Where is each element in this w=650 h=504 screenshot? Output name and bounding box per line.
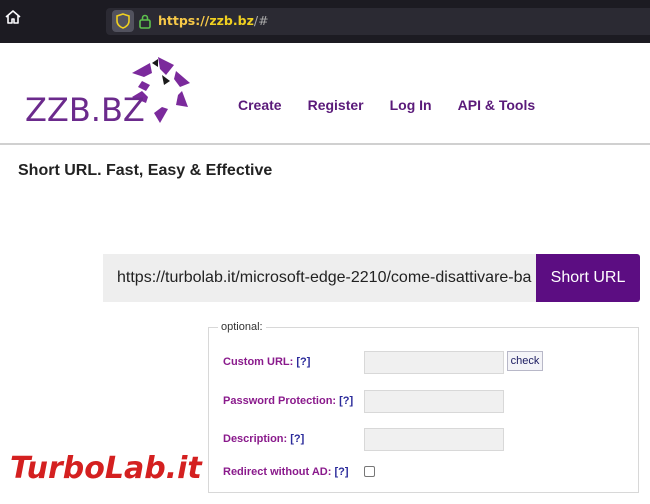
long-url-value: https://turbolab.it/microsoft-edge-2210/… [117,269,532,286]
browser-toolbar: https://zzb.bz/# [0,0,650,43]
site-logo[interactable]: ZZB.BZ [20,55,200,135]
custom-url-label-text: Custom URL: [223,356,294,368]
password-label: Password Protection: [?] [223,395,353,407]
custom-url-input[interactable] [364,351,504,374]
lock-icon[interactable] [138,13,152,29]
redirect-label-text: Redirect without AD: [223,466,332,478]
shield-icon[interactable] [112,10,134,32]
short-url-button[interactable]: Short URL [536,254,640,302]
site-header: ZZB.BZ Create Register Log In API & Tool… [0,43,650,145]
nav-register[interactable]: Register [308,97,364,113]
address-bar-url[interactable]: https://zzb.bz/# [158,13,269,28]
page-title: Short URL. Fast, Easy & Effective [18,162,273,179]
url-host: zzb.bz [209,13,254,28]
home-icon[interactable] [4,8,22,26]
description-input[interactable] [364,428,504,451]
check-button[interactable]: check [507,351,543,371]
description-label: Description: [?] [223,433,304,445]
watermark-text: TurboLab.it [10,451,203,486]
custom-url-help-link[interactable]: [?] [296,356,310,368]
custom-url-label: Custom URL: [?] [223,356,310,368]
redirect-checkbox[interactable] [364,466,375,477]
password-label-text: Password Protection: [223,395,337,407]
address-bar[interactable]: https://zzb.bz/# [106,8,650,35]
url-scheme: https:// [158,13,210,28]
password-help-link[interactable]: [?] [339,395,353,407]
url-path: /# [253,13,269,28]
optional-legend: optional: [218,321,266,333]
nav-login[interactable]: Log In [390,97,432,113]
password-input[interactable] [364,390,504,413]
long-url-input[interactable]: https://turbolab.it/microsoft-edge-2210/… [103,254,537,302]
main-nav: Create Register Log In API & Tools [238,97,561,113]
description-help-link[interactable]: [?] [290,433,304,445]
nav-create[interactable]: Create [238,97,282,113]
redirect-help-link[interactable]: [?] [334,466,348,478]
logo-text: ZZB.BZ [25,91,145,129]
description-label-text: Description: [223,433,288,445]
nav-api-tools[interactable]: API & Tools [458,97,536,113]
turbolab-watermark: TurboLab.it [9,450,204,487]
redirect-label: Redirect without AD: [?] [223,466,348,478]
